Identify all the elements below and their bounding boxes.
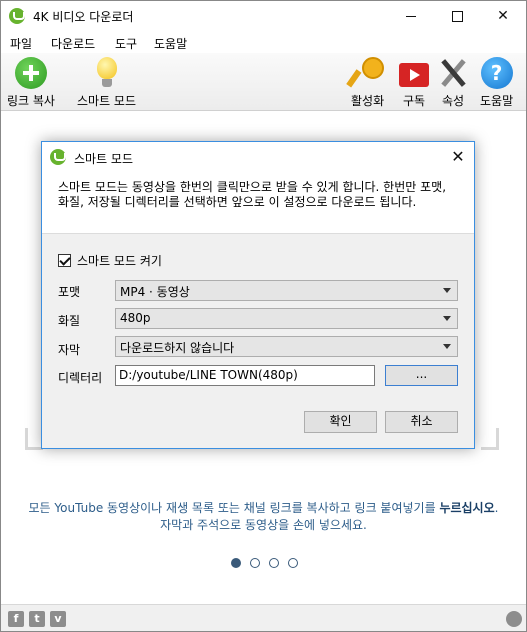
quality-value: 480p bbox=[120, 311, 151, 325]
menu-help[interactable]: 도움말 bbox=[154, 35, 187, 52]
pager-dot-2[interactable] bbox=[250, 558, 260, 568]
dialog-title-bar: 스마트 모드 ✕ bbox=[42, 142, 474, 172]
format-value: MP4 · 동영상 bbox=[120, 285, 190, 299]
message-line1: 모든 YouTube 동영상이나 재생 목록 또는 채널 링크를 복사하고 링크… bbox=[28, 501, 440, 515]
pager-dot-1[interactable] bbox=[231, 558, 241, 568]
instruction-message: 모든 YouTube 동영상이나 재생 목록 또는 채널 링크를 복사하고 링크… bbox=[1, 500, 526, 534]
help-icon: ? bbox=[480, 57, 513, 89]
globe-icon[interactable] bbox=[506, 611, 522, 627]
title-bar: 4K 비디오 다운로더 ✕ bbox=[1, 1, 526, 31]
minimize-button[interactable] bbox=[388, 1, 434, 31]
menu-tools[interactable]: 도구 bbox=[115, 35, 137, 52]
ok-button[interactable]: 확인 bbox=[304, 411, 377, 433]
subtitles-value: 다운로드하지 않습니다 bbox=[120, 341, 235, 355]
app-logo-icon bbox=[9, 8, 25, 24]
paste-link-label: 링크 복사 bbox=[7, 94, 55, 108]
preferences-button[interactable]: 속성 bbox=[437, 57, 469, 109]
format-select[interactable]: MP4 · 동영상 bbox=[115, 280, 458, 301]
plus-icon bbox=[14, 57, 47, 89]
smart-mode-dialog: 스마트 모드 ✕ 스마트 모드는 동영상을 한번의 클릭만으로 받을 수 있게 … bbox=[41, 141, 475, 449]
dialog-description: 스마트 모드는 동영상을 한번의 클릭만으로 받을 수 있게 합니다. 한번만 … bbox=[42, 172, 474, 234]
key-icon bbox=[352, 57, 384, 89]
vimeo-icon[interactable]: v bbox=[50, 611, 66, 627]
subtitles-label: 자막 bbox=[58, 343, 81, 357]
main-window: 4K 비디오 다운로더 ✕ 파일 다운로드 도구 도움말 링크 복사 스마트 모… bbox=[0, 0, 527, 632]
directory-label: 디렉터리 bbox=[58, 371, 103, 385]
message-line1-bold: 누르십시오 bbox=[439, 501, 495, 515]
activate-label: 활성화 bbox=[351, 94, 385, 108]
quality-dropdown-arrow-icon bbox=[443, 316, 451, 321]
subscribe-button[interactable]: 구독 bbox=[398, 57, 430, 109]
format-label: 포맷 bbox=[58, 285, 81, 299]
smart-mode-button[interactable]: 스마트 모드 bbox=[77, 57, 136, 109]
format-dropdown-arrow-icon bbox=[443, 288, 451, 293]
dialog-app-logo-icon bbox=[50, 149, 66, 165]
window-title: 4K 비디오 다운로더 bbox=[33, 10, 134, 24]
twitter-icon[interactable]: t bbox=[29, 611, 45, 627]
enable-smart-mode-label: 스마트 모드 켜기 bbox=[77, 254, 162, 268]
pager-dots bbox=[231, 558, 298, 568]
directory-input[interactable]: D:/youtube/LINE TOWN(480p) bbox=[115, 365, 375, 386]
dialog-close-button[interactable]: ✕ bbox=[446, 145, 470, 169]
menu-download[interactable]: 다운로드 bbox=[51, 35, 95, 52]
subtitles-dropdown-arrow-icon bbox=[443, 344, 451, 349]
preferences-label: 속성 bbox=[441, 94, 465, 108]
cancel-button[interactable]: 취소 bbox=[385, 411, 458, 433]
quality-select[interactable]: 480p bbox=[115, 308, 458, 329]
smart-mode-label: 스마트 모드 bbox=[77, 94, 137, 108]
dialog-title: 스마트 모드 bbox=[74, 152, 134, 166]
toolbar: 링크 복사 스마트 모드 활성화 구독 속성 ? 도움말 bbox=[1, 53, 526, 111]
maximize-button[interactable] bbox=[434, 1, 480, 31]
illustration-frame-right bbox=[481, 428, 499, 450]
subscribe-label: 구독 bbox=[402, 94, 426, 108]
menu-bar: 파일 다운로드 도구 도움말 bbox=[1, 31, 526, 53]
facebook-icon[interactable]: f bbox=[8, 611, 24, 627]
pager-dot-3[interactable] bbox=[269, 558, 279, 568]
menu-file[interactable]: 파일 bbox=[10, 35, 32, 52]
help-label: 도움말 bbox=[480, 94, 514, 108]
enable-smart-mode-checkbox[interactable] bbox=[58, 254, 71, 267]
subtitles-select[interactable]: 다운로드하지 않습니다 bbox=[115, 336, 458, 357]
pager-dot-4[interactable] bbox=[288, 558, 298, 568]
tools-icon bbox=[437, 57, 469, 89]
subscription-icon bbox=[398, 57, 430, 89]
browse-button[interactable]: ... bbox=[385, 365, 458, 386]
help-button[interactable]: ? 도움말 bbox=[480, 57, 513, 109]
lightbulb-icon bbox=[91, 57, 123, 89]
enable-smart-mode-row[interactable]: 스마트 모드 켜기 bbox=[58, 252, 162, 269]
paste-link-button[interactable]: 링크 복사 bbox=[7, 57, 55, 109]
status-bar: f t v bbox=[1, 604, 526, 631]
activate-button[interactable]: 활성화 bbox=[351, 57, 384, 109]
message-line1-end: . bbox=[494, 501, 499, 515]
quality-label: 화질 bbox=[58, 314, 81, 328]
message-line2: 자막과 주석으로 동영상을 손에 넣으세요. bbox=[160, 518, 367, 532]
close-button[interactable]: ✕ bbox=[480, 1, 526, 31]
